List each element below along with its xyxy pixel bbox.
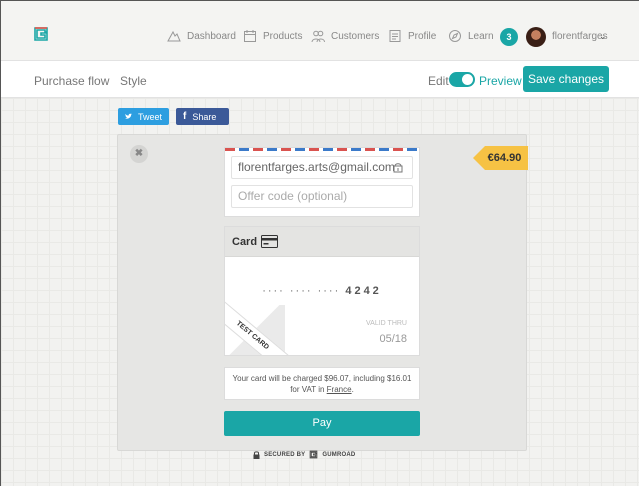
valid-thru-value[interactable]: 05/18 bbox=[379, 333, 407, 345]
calendar-icon bbox=[244, 30, 256, 42]
nav-profile-label: Profile bbox=[408, 30, 437, 42]
secured-label: SECURED BY bbox=[264, 451, 306, 458]
offer-code-input[interactable]: Offer code (optional) bbox=[231, 185, 413, 208]
charge-text-3: . bbox=[351, 385, 354, 394]
credit-card-section: Card ···· ···· ···· 4242 VALID THRU 05/1… bbox=[224, 226, 420, 356]
card-last4: 4242 bbox=[345, 285, 382, 297]
preview-canvas: Tweet f Share ✖ €64.90 florentfarges.art… bbox=[1, 98, 639, 486]
notification-badge[interactable]: 3 bbox=[500, 28, 518, 46]
mailbox-icon bbox=[393, 163, 403, 173]
tweet-button[interactable]: Tweet bbox=[118, 108, 169, 125]
charge-notice: Your card will be charged $96.07, includ… bbox=[224, 367, 420, 400]
credit-card-icon bbox=[261, 235, 278, 248]
twitter-icon bbox=[125, 113, 132, 119]
gumroad-logo-icon[interactable] bbox=[33, 26, 49, 42]
toggle-knob bbox=[462, 74, 473, 85]
save-changes-button[interactable]: Save changes bbox=[523, 66, 609, 92]
nav-profile[interactable]: Profile bbox=[388, 29, 436, 43]
charge-text-1: Your card will be charged $96.07, includ… bbox=[232, 374, 412, 383]
price-tag: €64.90 bbox=[473, 146, 528, 170]
tab-purchase-flow[interactable]: Purchase flow bbox=[34, 74, 109, 88]
secured-by-footer: SECURED BY GUMROAD bbox=[253, 450, 355, 459]
airmail-border bbox=[225, 148, 419, 151]
preview-label[interactable]: Preview bbox=[479, 74, 522, 88]
gumroad-brand-label: GUMROAD bbox=[322, 451, 356, 458]
top-navbar: Dashboard Products Customers Profile Lea… bbox=[1, 1, 639, 61]
email-value: florentfarges.arts@gmail.com bbox=[238, 160, 395, 174]
edit-preview-toggle[interactable] bbox=[449, 72, 475, 87]
email-section: florentfarges.arts@gmail.com Offer code … bbox=[224, 147, 420, 217]
nav-dashboard[interactable]: Dashboard bbox=[167, 29, 236, 43]
profile-icon bbox=[389, 30, 401, 42]
avatar[interactable] bbox=[526, 27, 546, 47]
nav-customers[interactable]: Customers bbox=[311, 29, 379, 43]
card-number-dots: ···· ···· ···· bbox=[262, 285, 341, 297]
card-header: Card bbox=[225, 227, 419, 257]
vat-country-link[interactable]: France bbox=[327, 385, 352, 394]
mountain-icon bbox=[167, 30, 181, 42]
facebook-icon: f bbox=[183, 111, 187, 122]
lock-icon bbox=[253, 450, 260, 459]
editor-toolbar: Purchase flow Style Edit Preview Save ch… bbox=[1, 61, 639, 98]
people-icon bbox=[311, 30, 325, 43]
tweet-label: Tweet bbox=[137, 111, 162, 122]
nav-dashboard-label: Dashboard bbox=[187, 30, 236, 42]
edit-label[interactable]: Edit bbox=[428, 74, 449, 88]
card-title: Card bbox=[232, 236, 258, 248]
tab-style[interactable]: Style bbox=[120, 74, 147, 88]
card-number[interactable]: ···· ···· ···· 4242 bbox=[225, 285, 419, 297]
checkout-card: ✖ €64.90 florentfarges.arts@gmail.com Of… bbox=[117, 134, 528, 451]
nav-learn[interactable]: Learn bbox=[448, 29, 494, 43]
chevron-down-icon[interactable]: ⌄ bbox=[599, 31, 607, 42]
valid-thru-label: VALID THRU bbox=[366, 320, 407, 327]
app-frame: Dashboard Products Customers Profile Lea… bbox=[0, 0, 639, 486]
close-icon[interactable]: ✖ bbox=[130, 145, 148, 163]
nav-products-label: Products bbox=[263, 30, 303, 42]
nav-products[interactable]: Products bbox=[243, 29, 302, 43]
share-label: Share bbox=[192, 111, 217, 122]
nav-learn-label: Learn bbox=[468, 30, 494, 42]
compass-icon bbox=[449, 30, 461, 42]
pay-button[interactable]: Pay bbox=[224, 411, 420, 436]
nav-customers-label: Customers bbox=[331, 30, 380, 42]
share-button[interactable]: f Share bbox=[176, 108, 229, 125]
charge-text-2: for VAT in bbox=[290, 385, 327, 394]
email-field[interactable]: florentfarges.arts@gmail.com bbox=[231, 156, 413, 179]
gumroad-small-logo-icon bbox=[310, 450, 318, 459]
